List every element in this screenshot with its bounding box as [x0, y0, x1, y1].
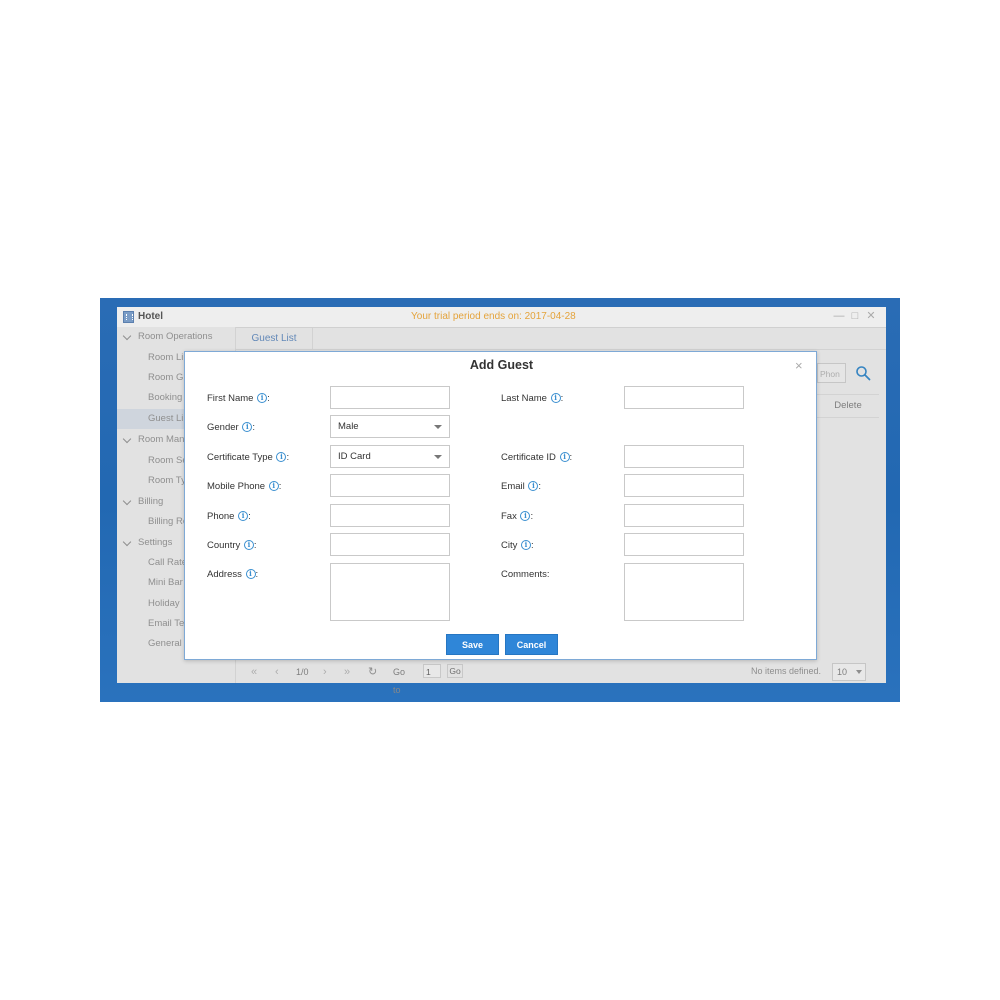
trial-notice: Your trial period ends on: 2017-04-28: [411, 311, 576, 322]
close-icon[interactable]: ×: [795, 358, 803, 373]
info-icon[interactable]: i: [268, 481, 279, 491]
add-guest-dialog: Add Guest × First Name i: Last Name i: G…: [184, 351, 817, 660]
mobile-phone-field[interactable]: [330, 474, 450, 497]
certificate-type-label: Certificate Type i:: [207, 452, 290, 463]
info-icon[interactable]: i: [242, 422, 253, 432]
first-name-label: First Name i:: [207, 393, 270, 404]
fax-field[interactable]: [624, 504, 744, 527]
last-name-label: Last Name i:: [501, 393, 564, 404]
info-icon[interactable]: i: [257, 393, 268, 403]
save-button[interactable]: Save: [446, 634, 499, 655]
comments-label: Comments:: [501, 569, 550, 580]
address-label: Address i:: [207, 569, 259, 580]
info-icon[interactable]: i: [245, 569, 256, 579]
maximize-icon[interactable]: □: [849, 310, 861, 322]
comments-textarea[interactable]: [624, 563, 744, 621]
phone-label: Phone i:: [207, 511, 251, 522]
chevron-down-icon: [434, 455, 442, 459]
minimize-icon[interactable]: —: [833, 310, 845, 322]
cancel-button[interactable]: Cancel: [505, 634, 558, 655]
fax-label: Fax i:: [501, 511, 534, 522]
info-icon[interactable]: i: [520, 511, 531, 521]
info-icon[interactable]: i: [243, 540, 254, 550]
address-textarea[interactable]: [330, 563, 450, 621]
info-icon[interactable]: i: [550, 393, 561, 403]
app-title: Hotel: [138, 311, 163, 322]
info-icon[interactable]: i: [559, 452, 570, 462]
certificate-id-label: Certificate ID i:: [501, 452, 573, 463]
info-icon[interactable]: i: [276, 452, 287, 462]
gender-label: Gender i:: [207, 422, 255, 433]
certificate-type-select[interactable]: ID Card: [330, 445, 450, 468]
country-label: Country i:: [207, 540, 257, 551]
email-label: Email i:: [501, 481, 542, 492]
phone-field[interactable]: [330, 504, 450, 527]
city-field[interactable]: [624, 533, 744, 556]
mobile-phone-label: Mobile Phone i:: [207, 481, 282, 492]
info-icon[interactable]: i: [528, 481, 539, 491]
hotel-app-icon: [123, 311, 134, 323]
title-bar: Hotel Your trial period ends on: 2017-04…: [117, 307, 886, 328]
first-name-field[interactable]: [330, 386, 450, 409]
email-field[interactable]: [624, 474, 744, 497]
city-label: City i:: [501, 540, 534, 551]
chevron-down-icon: [434, 425, 442, 429]
info-icon[interactable]: i: [521, 540, 532, 550]
certificate-id-field[interactable]: [624, 445, 744, 468]
close-window-icon[interactable]: ✕: [865, 310, 877, 322]
dialog-title: Add Guest: [469, 358, 534, 372]
gender-select[interactable]: Male: [330, 415, 450, 438]
country-field[interactable]: [330, 533, 450, 556]
info-icon[interactable]: i: [238, 511, 249, 521]
last-name-field[interactable]: [624, 386, 744, 409]
